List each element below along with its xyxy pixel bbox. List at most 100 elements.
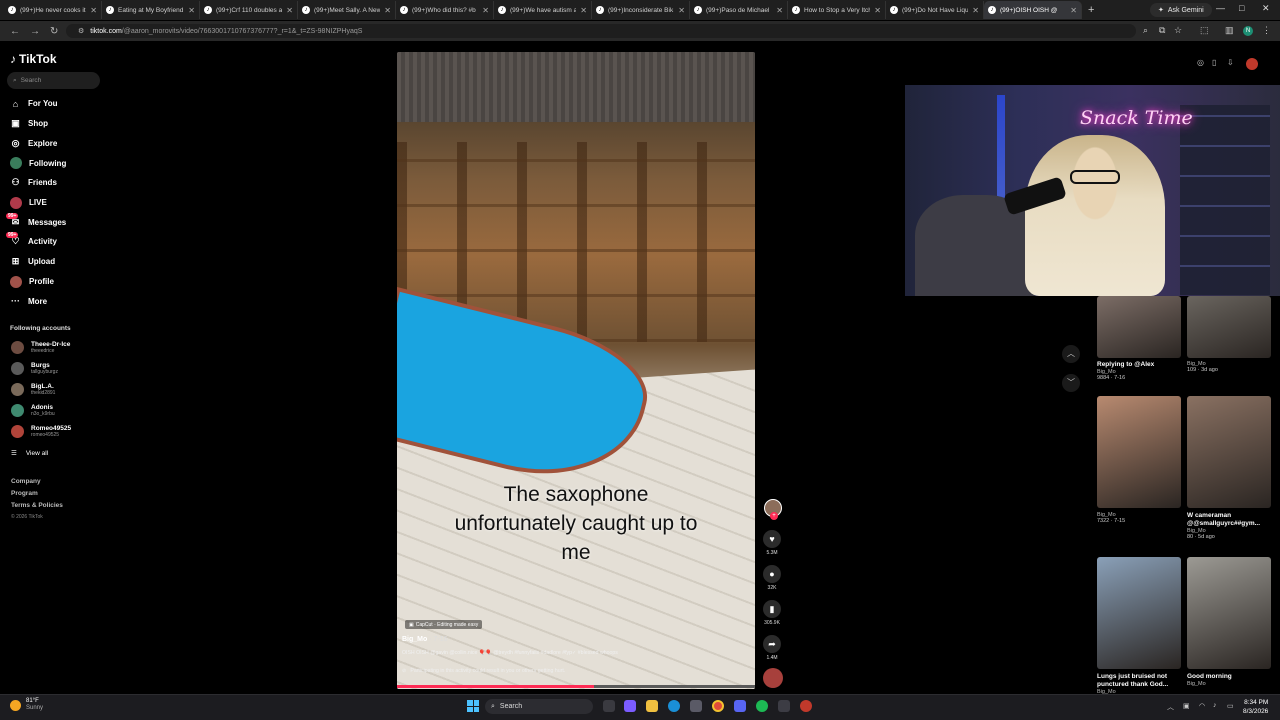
related-video-info[interactable]: Replying to @Alex Big_Mo 9884 · 7-16: [1097, 361, 1181, 381]
capcut-badge[interactable]: ▣ CapCut · Editing made easy: [405, 620, 483, 629]
video-player[interactable]: The saxophone unfortunately caught up to…: [397, 52, 755, 689]
browser-tab[interactable]: ♪ (99+)Crf 110 doubles a ✕: [200, 1, 298, 19]
new-tab-icon[interactable]: +: [1088, 4, 1094, 16]
taskbar-clock[interactable]: 8:34 PM 8/3/2026: [1243, 698, 1268, 716]
related-video-info[interactable]: Big_Mo 7322 · 7-15: [1097, 512, 1181, 524]
zoom-icon[interactable]: ⌕: [1143, 25, 1148, 36]
spotify-icon[interactable]: [756, 700, 768, 712]
music-disc[interactable]: [763, 668, 783, 688]
discord-icon[interactable]: [734, 700, 746, 712]
following-account-item[interactable]: Burgs tallguyburgz: [11, 362, 58, 375]
sidebar-item-upload[interactable]: ⊞ Upload: [10, 256, 55, 267]
browser-tab[interactable]: ♪ (99+)Who did this? #b ✕: [396, 1, 494, 19]
related-video-thumbnail[interactable]: [1097, 396, 1181, 508]
browser-tab[interactable]: ♪ Eating at My Boyfriend ✕: [102, 1, 200, 19]
browser-tab[interactable]: ♪ (99+)We have autism a ✕: [494, 1, 592, 19]
store-icon[interactable]: [690, 700, 702, 712]
comment-button[interactable]: ● 32K: [762, 565, 782, 591]
sidebar-item-profile[interactable]: Profile: [10, 275, 54, 288]
minimize-icon[interactable]: —: [1216, 3, 1225, 13]
coin-icon[interactable]: ◎: [1197, 58, 1204, 67]
back-icon[interactable]: ←: [10, 26, 20, 37]
reload-icon[interactable]: ↻: [50, 26, 58, 37]
sidebar-item-activity[interactable]: ♡ 99+ Activity: [6, 232, 57, 247]
search-input[interactable]: ⌕ Search: [7, 72, 100, 89]
following-account-item[interactable]: BigL.A. thekid2891: [11, 383, 55, 396]
previous-video-button[interactable]: ︿: [1062, 345, 1080, 363]
sidebar-item-friends[interactable]: ⚇ Friends: [10, 177, 56, 188]
close-window-icon[interactable]: ✕: [1262, 3, 1270, 14]
tab-close-icon[interactable]: ✕: [188, 6, 195, 15]
footer-program-link[interactable]: Program: [11, 490, 38, 497]
copilot-icon[interactable]: [624, 700, 636, 712]
sidebar-item-shop[interactable]: ▣ Shop: [10, 118, 48, 129]
following-account-item[interactable]: Romeo49525 romeo49525: [11, 425, 71, 438]
inbox-icon[interactable]: ⇩: [1227, 58, 1234, 67]
sidebar-item-for-you[interactable]: ⌂ For You: [10, 98, 58, 109]
tab-close-icon[interactable]: ✕: [874, 6, 881, 15]
sidebar-item-explore[interactable]: ◎ Explore: [10, 138, 58, 149]
obs-icon[interactable]: [800, 700, 812, 712]
site-info-icon[interactable]: ⚙: [78, 27, 84, 35]
related-video-thumbnail[interactable]: [1097, 557, 1181, 669]
related-video-thumbnail[interactable]: [1187, 557, 1271, 669]
video-author[interactable]: Big_Mo · 7-16: [402, 636, 448, 643]
footer-terms-link[interactable]: Terms & Policies: [11, 502, 63, 509]
app-icon[interactable]: [778, 700, 790, 712]
chrome-icon[interactable]: [712, 700, 724, 712]
sidebar-item-messages[interactable]: ✉ 99+ Messages: [6, 212, 66, 228]
browser-tab[interactable]: ♪ (99+)He never cooks it ✕: [4, 1, 102, 19]
tab-close-icon[interactable]: ✕: [286, 6, 293, 15]
browser-tab[interactable]: ♪ (99+)Paso de Michael ✕: [690, 1, 788, 19]
browser-profile-avatar[interactable]: N: [1243, 26, 1253, 36]
related-video-info[interactable]: Big_Mo 109 · 3d ago: [1187, 361, 1271, 373]
volume-icon[interactable]: ♪: [1213, 702, 1217, 709]
footer-company-link[interactable]: Company: [11, 478, 41, 485]
follow-plus-icon[interactable]: +: [770, 512, 778, 520]
file-explorer-icon[interactable]: [646, 700, 658, 712]
wifi-icon[interactable]: ◠: [1199, 702, 1205, 710]
browser-tab[interactable]: ♪ (99+)Inconsiderate Bik ✕: [592, 1, 690, 19]
tray-overflow-icon[interactable]: ︿: [1167, 702, 1174, 712]
tiktok-logo[interactable]: ♪ TikTok: [10, 52, 57, 66]
maximize-icon[interactable]: □: [1239, 3, 1244, 13]
weather-widget[interactable]: 81°F Sunny: [10, 698, 43, 712]
extensions-icon[interactable]: ⬚: [1200, 25, 1209, 36]
device-icon[interactable]: ▯: [1212, 58, 1216, 67]
tab-close-icon[interactable]: ✕: [580, 6, 587, 15]
related-video-info[interactable]: Lungs just bruised not punctured thank G…: [1097, 673, 1181, 695]
tab-close-icon[interactable]: ✕: [1070, 6, 1077, 15]
sidebar-item-more[interactable]: ··· More: [10, 296, 47, 307]
like-button[interactable]: ♥ 5.3M: [762, 530, 782, 556]
share-button[interactable]: ➦ 1.4M: [762, 635, 782, 661]
sidebar-item-following[interactable]: Following: [10, 157, 66, 170]
user-avatar[interactable]: [1246, 58, 1258, 70]
windows-start-icon[interactable]: [467, 700, 479, 712]
related-video-thumbnail[interactable]: [1187, 396, 1271, 508]
related-video-thumbnail[interactable]: [1187, 296, 1271, 358]
browser-tab[interactable]: ♪ How to Stop a Very Itch ✕: [788, 1, 886, 19]
related-video-thumbnail[interactable]: [1097, 296, 1181, 358]
ask-gemini-button[interactable]: ✦ Ask Gemini: [1150, 3, 1212, 17]
tray-app-icon[interactable]: ▣: [1183, 702, 1190, 710]
task-view-icon[interactable]: [603, 700, 615, 712]
sidebar-icon[interactable]: ▥: [1225, 25, 1234, 36]
bookmark-star-icon[interactable]: ☆: [1174, 25, 1182, 36]
tab-close-icon[interactable]: ✕: [972, 6, 979, 15]
view-all-button[interactable]: ☰ View all: [11, 449, 48, 458]
url-bar[interactable]: ⚙ tiktok.com/@aaron_morovits/video/766300…: [66, 24, 1136, 38]
tab-close-icon[interactable]: ✕: [90, 6, 97, 15]
sidebar-item-live[interactable]: LIVE: [10, 196, 47, 209]
related-video-info[interactable]: Good morning Big_Mo: [1187, 673, 1271, 687]
tab-close-icon[interactable]: ✕: [776, 6, 783, 15]
browser-tab[interactable]: ♪ (99+)Do Not Have Liqu ✕: [886, 1, 984, 19]
related-video-info[interactable]: W cameraman @@smallguyrc##gym... Big_Mo 80…: [1187, 512, 1271, 540]
browser-tab[interactable]: ♪ (99+)Meet Sally. A New ✕: [298, 1, 396, 19]
forward-icon[interactable]: →: [30, 26, 40, 37]
tab-close-icon[interactable]: ✕: [678, 6, 685, 15]
following-account-item[interactable]: Adonis n3o_k9rbu: [11, 404, 55, 417]
following-account-item[interactable]: Theee-Dr-Ice theeedrice: [11, 341, 70, 354]
next-video-button[interactable]: ﹀: [1062, 374, 1080, 392]
battery-icon[interactable]: ▭: [1227, 702, 1234, 710]
creator-avatar[interactable]: +: [764, 499, 782, 520]
